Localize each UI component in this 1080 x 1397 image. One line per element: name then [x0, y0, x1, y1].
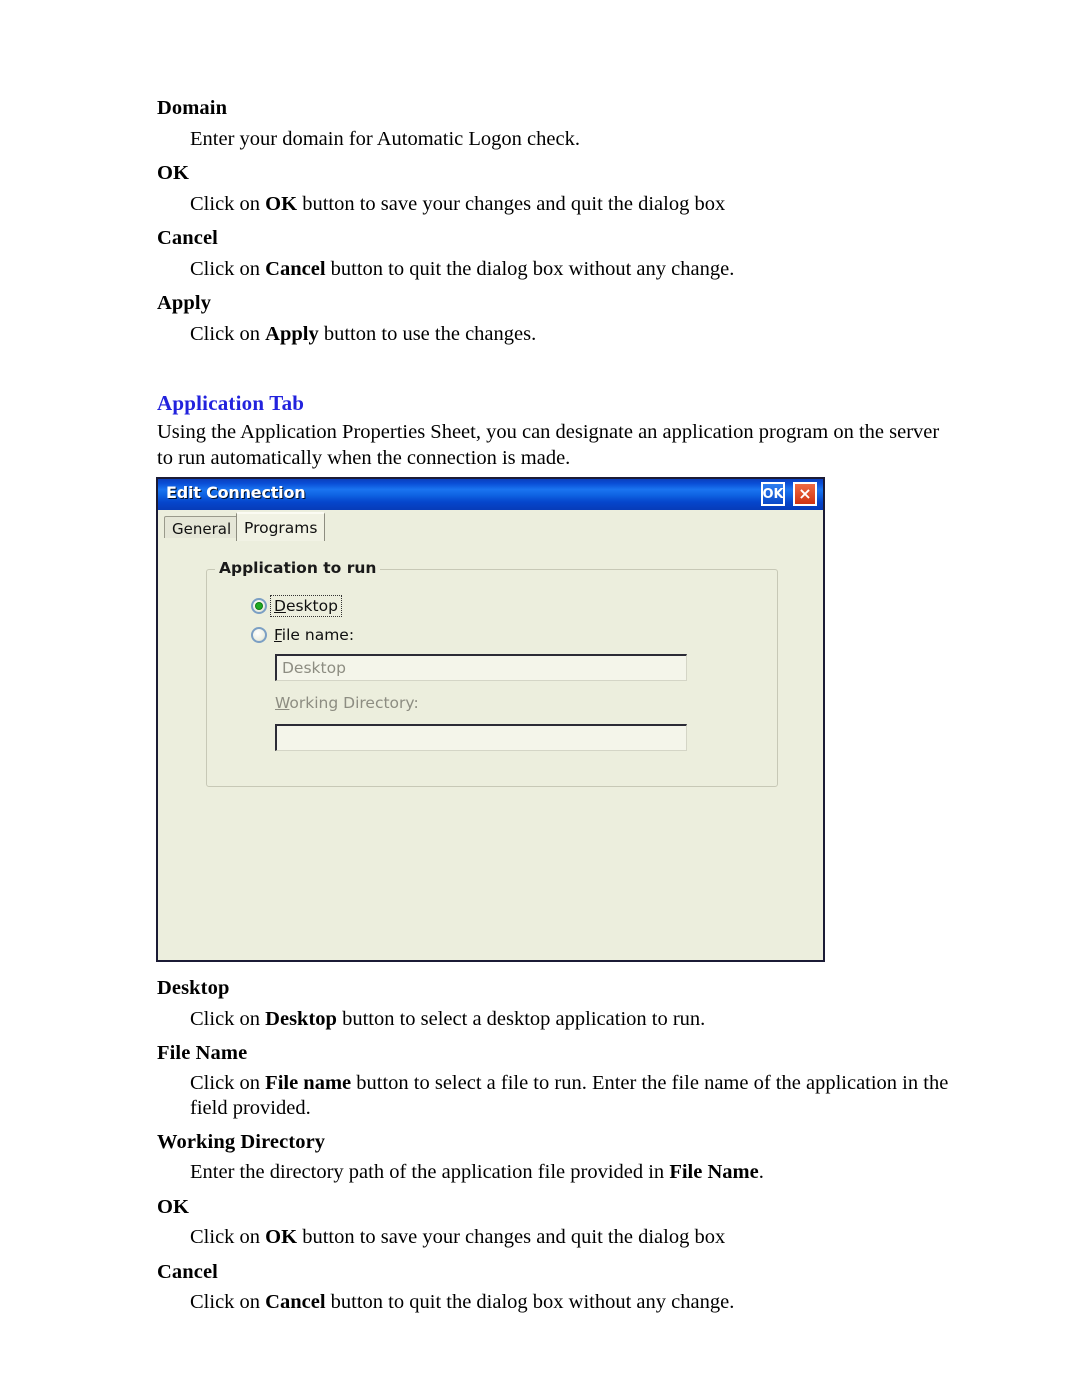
term-working-directory: Working Directory	[157, 1131, 326, 1153]
definition-apply: Click on Apply button to use the changes…	[190, 323, 537, 345]
term-cancel-lower: Cancel	[157, 1261, 218, 1283]
term-domain: Domain	[157, 97, 228, 119]
dialog-client-area: Application to run Desktop File name: De…	[158, 539, 823, 960]
edit-connection-dialog: Edit Connection OK × General Programs Ap…	[156, 477, 825, 962]
accel-f: F	[274, 626, 282, 644]
term-cancel-upper: Cancel	[157, 227, 218, 249]
term-ok-upper: OK	[157, 162, 190, 184]
term-ok-lower: OK	[157, 1196, 190, 1218]
dialog-titlebar: Edit Connection OK ×	[158, 479, 823, 510]
group-title: Application to run	[215, 559, 381, 577]
dialog-tabstrip: General Programs	[158, 510, 823, 541]
definition-ok-upper: Click on OK button to save your changes …	[190, 193, 726, 215]
term-desktop: Desktop	[157, 977, 230, 999]
page-section-heading: Application Tab	[157, 391, 305, 415]
accel-d: D	[274, 597, 286, 615]
term-file-name: File Name	[157, 1042, 248, 1064]
radio-row-desktop[interactable]: Desktop	[251, 595, 342, 617]
radio-desktop-label: Desktop	[270, 595, 342, 617]
radio-filename-icon[interactable]	[251, 627, 267, 643]
working-directory-input[interactable]	[275, 724, 687, 751]
definition-file-name: Click on File name button to select a fi…	[190, 1072, 949, 1119]
definition-ok-lower: Click on OK button to save your changes …	[190, 1226, 726, 1248]
radio-desktop-label-rest: esktop	[285, 597, 338, 615]
section-intro-paragraph: Using the Application Properties Sheet, …	[157, 421, 940, 469]
close-icon[interactable]: ×	[793, 482, 817, 506]
tab-programs[interactable]: Programs	[236, 512, 326, 541]
definition-cancel-upper: Click on Cancel button to quit the dialo…	[190, 258, 735, 280]
term-apply: Apply	[157, 292, 212, 314]
document-page: Domain Enter your domain for Automatic L…	[0, 0, 1080, 1397]
radio-row-filename[interactable]: File name:	[251, 625, 357, 645]
definition-cancel-lower: Click on Cancel button to quit the dialo…	[190, 1291, 735, 1313]
working-directory-label-rest: orking Directory:	[289, 694, 419, 712]
definition-working-directory: Enter the directory path of the applicat…	[190, 1161, 764, 1183]
radio-filename-label: File name:	[271, 625, 357, 645]
dialog-title: Edit Connection	[166, 483, 306, 502]
working-directory-label: Working Directory:	[275, 694, 419, 712]
filename-input[interactable]: Desktop	[275, 654, 687, 681]
definition-desktop: Click on Desktop button to select a desk…	[190, 1008, 706, 1030]
radio-filename-label-rest: ile name:	[281, 626, 355, 644]
radio-desktop-icon[interactable]	[251, 598, 267, 614]
application-to-run-group: Application to run Desktop File name: De…	[206, 559, 778, 787]
definition-domain: Enter your domain for Automatic Logon ch…	[190, 128, 580, 150]
titlebar-ok-button[interactable]: OK	[761, 482, 785, 506]
accel-w: W	[275, 694, 290, 712]
tab-general[interactable]: General	[164, 516, 240, 540]
